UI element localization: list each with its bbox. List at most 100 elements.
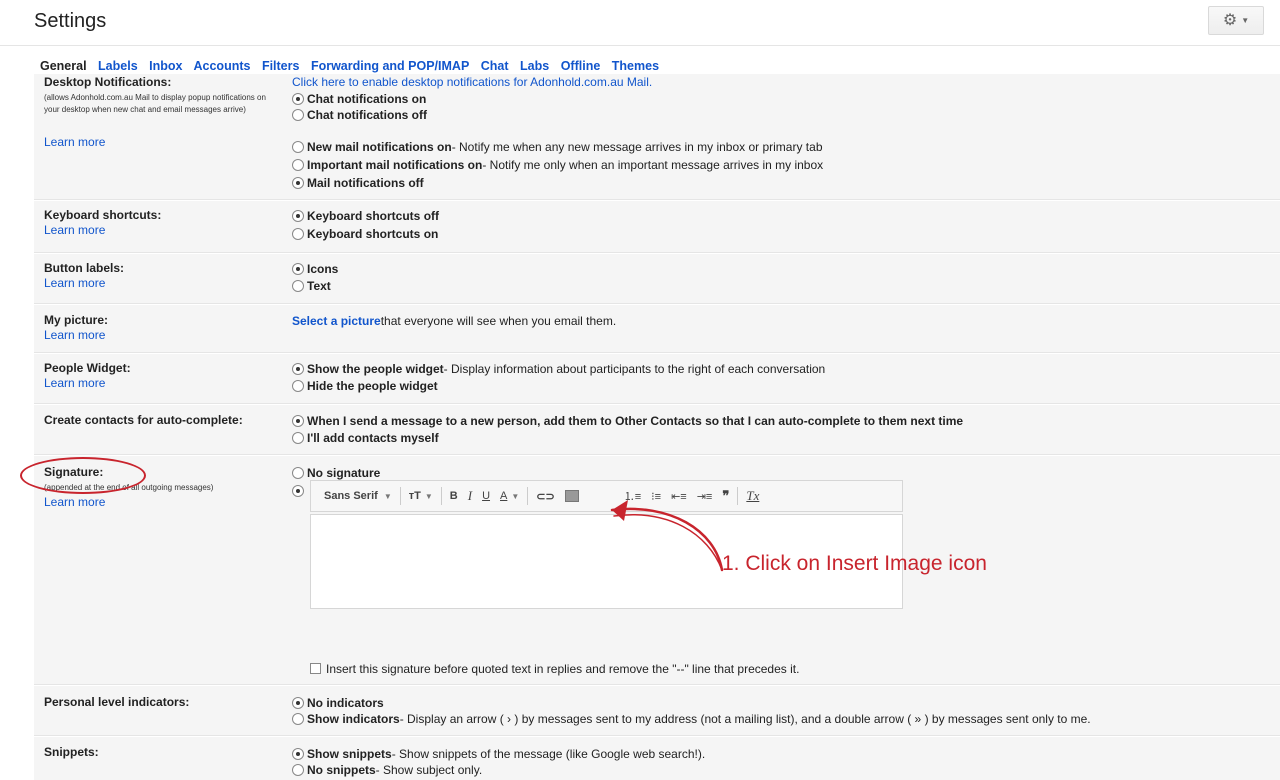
desktop-notifications-description: (allows Adonhold.com.au Mail to display … — [44, 93, 266, 114]
tab-general[interactable]: General — [40, 59, 87, 73]
show-snippets-radio[interactable] — [292, 747, 304, 760]
settings-header: Settings ⚙ ▼ — [0, 0, 1280, 46]
keyboard-shortcuts-section: Keyboard shortcuts: Learn more Keyboard … — [34, 201, 1280, 253]
desktop-notifications-label: Desktop Notifications: — [44, 75, 172, 89]
manual-contacts-radio[interactable] — [292, 431, 304, 444]
my-picture-learn-more[interactable]: Learn more — [44, 328, 105, 342]
tab-labs[interactable]: Labs — [520, 59, 549, 73]
link-icon: ⊂⊃ — [536, 490, 555, 503]
auto-add-contacts-radio[interactable] — [292, 414, 304, 427]
remove-formatting-button[interactable]: Tx — [746, 488, 759, 504]
gear-icon: ⚙ — [1222, 11, 1238, 29]
my-picture-row: Select a picture that everyone will see … — [292, 313, 617, 328]
no-indicators-option[interactable]: No indicators — [292, 695, 384, 710]
page-title: Settings — [34, 10, 107, 32]
caret-down-icon: ▼ — [1241, 16, 1250, 25]
insert-signature-before-quoted-checkbox[interactable] — [310, 663, 321, 674]
toolbar-separator — [399, 487, 401, 505]
keyboard-shortcuts-on-option[interactable]: Keyboard shortcuts on — [292, 226, 438, 241]
keyboard-shortcuts-off-radio[interactable] — [292, 209, 304, 222]
manual-contacts-option[interactable]: I'll add contacts myself — [292, 430, 439, 445]
chat-notifications-off-option[interactable]: Chat notifications off — [292, 107, 427, 122]
text-color-icon: A — [500, 490, 508, 502]
signature-highlight-circle — [20, 457, 146, 494]
settings-tabs: General Labels Inbox Accounts Filters Fo… — [40, 59, 667, 75]
keyboard-shortcuts-off-option[interactable]: Keyboard shortcuts off — [292, 208, 439, 223]
bold-button[interactable]: B — [450, 490, 458, 502]
personal-level-indicators-label: Personal level indicators: — [44, 695, 190, 709]
snippets-label: Snippets: — [44, 745, 99, 759]
tab-filters[interactable]: Filters — [262, 59, 300, 73]
keyboard-shortcuts-label: Keyboard shortcuts: — [44, 208, 162, 222]
text-color-button[interactable]: A ▼ — [500, 490, 519, 502]
toolbar-separator — [440, 487, 442, 505]
no-snippets-radio[interactable] — [292, 763, 304, 776]
no-signature-radio[interactable] — [292, 466, 304, 479]
tab-inbox[interactable]: Inbox — [149, 59, 182, 73]
important-mail-notifications-option[interactable]: Important mail notifications on - Notify… — [292, 157, 823, 172]
show-people-widget-option[interactable]: Show the people widget - Display informa… — [292, 361, 825, 376]
my-picture-section: My picture: Learn more Select a picture … — [34, 305, 1280, 353]
keyboard-shortcuts-on-radio[interactable] — [292, 227, 304, 240]
button-labels-text-option[interactable]: Text — [292, 278, 331, 293]
button-labels-section: Button labels: Learn more Icons Text — [34, 254, 1280, 304]
button-labels-icons-option[interactable]: Icons — [292, 261, 338, 276]
image-icon — [564, 490, 579, 502]
tab-chat[interactable]: Chat — [481, 59, 509, 73]
new-mail-notifications-radio[interactable] — [292, 140, 304, 153]
chat-notifications-off-radio[interactable] — [292, 108, 304, 121]
select-picture-link[interactable]: Select a picture — [292, 314, 381, 328]
chat-notifications-on-radio[interactable] — [292, 92, 304, 105]
toolbar-separator — [527, 487, 529, 505]
bold-icon: B — [449, 490, 458, 502]
no-snippets-option[interactable]: No snippets - Show subject only. — [292, 762, 482, 777]
insert-signature-before-quoted-option[interactable]: Insert this signature before quoted text… — [310, 661, 799, 676]
keyboard-shortcuts-learn-more[interactable]: Learn more — [44, 223, 105, 237]
tab-forwarding[interactable]: Forwarding and POP/IMAP — [311, 59, 469, 73]
underline-button[interactable]: U — [482, 490, 490, 502]
no-signature-option[interactable]: No signature — [292, 465, 380, 480]
mail-notifications-off-radio[interactable] — [292, 176, 304, 189]
new-mail-notifications-option[interactable]: New mail notifications on - Notify me wh… — [292, 139, 823, 154]
insert-image-button[interactable] — [564, 490, 579, 502]
tab-accounts[interactable]: Accounts — [194, 59, 251, 73]
desktop-notifications-learn-more[interactable]: Learn more — [44, 135, 105, 149]
tab-themes[interactable]: Themes — [612, 59, 659, 73]
remove-formatting-icon: Tx — [746, 488, 760, 503]
my-picture-label: My picture: — [44, 313, 109, 327]
signature-learn-more[interactable]: Learn more — [44, 495, 105, 509]
caret-down-icon: ▼ — [511, 491, 520, 501]
desktop-notifications-section: Desktop Notifications: (allows Adonhold.… — [34, 74, 1280, 200]
hide-people-widget-option[interactable]: Hide the people widget — [292, 378, 438, 393]
people-widget-label: People Widget: — [44, 361, 131, 375]
font-size-button[interactable]: тT ▼ — [409, 490, 433, 502]
tab-offline[interactable]: Offline — [561, 59, 601, 73]
italic-button[interactable]: I — [468, 488, 472, 504]
button-labels-text-radio[interactable] — [292, 279, 304, 292]
show-indicators-radio[interactable] — [292, 712, 304, 725]
mail-notifications-off-option[interactable]: Mail notifications off — [292, 175, 424, 190]
important-mail-notifications-radio[interactable] — [292, 158, 304, 171]
people-widget-section: People Widget: Learn more Show the peopl… — [34, 354, 1280, 404]
show-snippets-option[interactable]: Show snippets - Show snippets of the mes… — [292, 746, 705, 761]
personal-level-indicators-section: Personal level indicators: No indicators… — [34, 686, 1280, 736]
tab-labels[interactable]: Labels — [98, 59, 138, 73]
show-indicators-option[interactable]: Show indicators - Display an arrow ( › )… — [292, 711, 1091, 726]
people-widget-learn-more[interactable]: Learn more — [44, 376, 105, 390]
font-size-icon: тT — [408, 490, 421, 502]
annotation-instruction: 1. Click on Insert Image icon — [722, 552, 987, 575]
auto-add-contacts-option[interactable]: When I send a message to a new person, a… — [292, 413, 963, 428]
button-labels-icons-radio[interactable] — [292, 262, 304, 275]
enable-desktop-notifications-link[interactable]: Click here to enable desktop notificatio… — [292, 74, 652, 89]
chat-notifications-on-option[interactable]: Chat notifications on — [292, 91, 426, 106]
button-labels-learn-more[interactable]: Learn more — [44, 276, 105, 290]
hide-people-widget-radio[interactable] — [292, 379, 304, 392]
custom-signature-radio[interactable] — [292, 484, 304, 497]
no-indicators-radio[interactable] — [292, 696, 304, 709]
underline-icon: U — [482, 490, 491, 502]
show-people-widget-radio[interactable] — [292, 362, 304, 375]
insert-link-button[interactable]: ⊂⊃ — [536, 490, 554, 503]
custom-signature-option[interactable] — [292, 483, 307, 498]
font-family-dropdown[interactable]: Sans Serif ▼ — [324, 490, 392, 502]
settings-gear-button[interactable]: ⚙ ▼ — [1208, 6, 1264, 35]
